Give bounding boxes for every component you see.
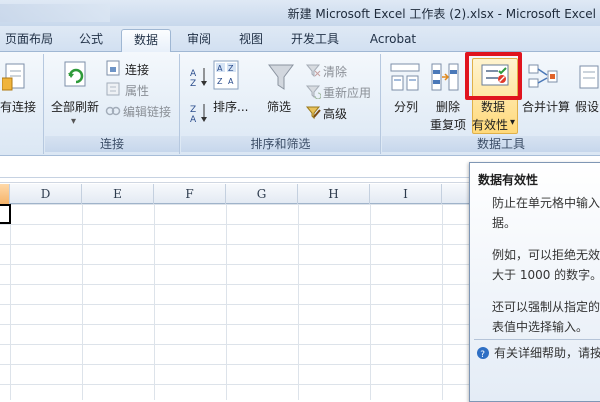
connections-group-label: 连接 xyxy=(45,136,179,152)
what-if-icon xyxy=(579,65,599,89)
edit-links-icon xyxy=(105,106,121,116)
column-headers: D E F G H I xyxy=(0,184,470,204)
active-cell[interactable] xyxy=(0,204,11,224)
svg-text:Z: Z xyxy=(190,79,196,88)
tab-acrobat[interactable]: Acrobat xyxy=(358,29,428,52)
get-external-data-group: 有连接 xyxy=(0,54,44,154)
svg-text:Z: Z xyxy=(228,64,234,73)
svg-text:?: ? xyxy=(480,350,485,360)
tab-data[interactable]: 数据 xyxy=(121,29,171,52)
properties-button[interactable]: 属性 xyxy=(125,82,149,99)
data-validation-dropdown-arrow[interactable]: ▾ xyxy=(510,117,515,128)
consolidate-icon xyxy=(528,64,558,88)
tooltip-title: 数据有效性 xyxy=(478,173,539,187)
tooltip-divider xyxy=(474,339,600,340)
tab-view[interactable]: 视图 xyxy=(230,29,272,52)
connections-group: 全部刷新 ▾ 连接 属性 编辑链接 连接 xyxy=(45,54,180,154)
refresh-all-button[interactable]: 全部刷新 xyxy=(51,98,99,115)
column-header-g[interactable]: G xyxy=(226,184,298,204)
connections-icon xyxy=(106,60,120,76)
sort-az-icon: A Z xyxy=(190,68,207,88)
data-validation-label-line1[interactable]: 数据 xyxy=(481,98,505,115)
svg-text:A: A xyxy=(190,115,197,124)
svg-text:Z: Z xyxy=(190,105,196,115)
reapply-icon xyxy=(305,85,321,99)
advanced-button[interactable]: 高级 xyxy=(323,105,347,122)
clear-button[interactable]: 清除 xyxy=(323,63,347,80)
column-header-i[interactable]: I xyxy=(370,184,442,204)
tab-developer[interactable]: 开发工具 xyxy=(282,29,348,52)
help-icon: ? xyxy=(477,347,489,360)
title-bar: 新建 Microsoft Excel 工作表 (2).xlsx - Micros… xyxy=(0,0,600,26)
worksheet-grid[interactable] xyxy=(0,204,470,400)
svg-text:Z: Z xyxy=(217,77,223,86)
remove-duplicates-button-line1[interactable]: 删除 xyxy=(436,98,460,115)
filter-button[interactable]: 筛选 xyxy=(267,98,291,115)
remove-duplicates-button-line2[interactable]: 重复项 xyxy=(430,116,466,133)
ribbon-tabs: 页面布局 公式 数据 审阅 视图 开发工具 Acrobat xyxy=(0,26,600,52)
data-validation-highlight xyxy=(465,52,522,100)
advanced-filter-icon xyxy=(305,106,321,120)
refresh-dropdown-arrow[interactable]: ▾ xyxy=(71,116,76,127)
tab-formulas[interactable]: 公式 xyxy=(70,29,112,52)
data-validation-label-line2[interactable]: 有效性 xyxy=(472,116,508,133)
tooltip-para1-line1: 防止在单元格中输入无 xyxy=(492,196,600,210)
tooltip-para3-line1: 还可以强制从指定的下 xyxy=(492,300,600,314)
tooltip-para3-line2: 表值中选择输入。 xyxy=(492,320,589,334)
text-to-columns-button[interactable]: 分列 xyxy=(394,98,418,115)
sort-za-icon: Z A xyxy=(190,104,207,124)
tooltip-help-text: 有关详细帮助，请按 xyxy=(494,346,600,360)
formula-bar-divider xyxy=(0,177,470,178)
quick-access-toolbar[interactable] xyxy=(0,4,110,22)
filter-icon xyxy=(268,64,294,90)
connections-button[interactable]: 连接 xyxy=(125,61,149,78)
tab-review[interactable]: 审阅 xyxy=(178,29,220,52)
edit-links-button[interactable]: 编辑链接 xyxy=(123,103,171,120)
column-header-e[interactable]: E xyxy=(82,184,154,204)
column-header-h[interactable]: H xyxy=(298,184,370,204)
column-header-f[interactable]: F xyxy=(154,184,226,204)
what-if-analysis-button[interactable]: 假设 xyxy=(575,98,599,115)
tooltip-para1-line2: 据。 xyxy=(492,216,517,230)
sort-filter-group-label: 排序和筛选 xyxy=(181,136,380,152)
svg-text:A: A xyxy=(190,69,197,79)
sort-filter-group: A Z A Z Z A Z A 排序... 筛选 清除 重新应用 高级 排序和筛… xyxy=(181,54,381,154)
svg-text:A: A xyxy=(228,77,234,86)
column-header-d[interactable]: D xyxy=(10,184,82,204)
refresh-all-icon xyxy=(64,61,86,87)
existing-connections-icon xyxy=(2,63,25,91)
svg-text:A: A xyxy=(217,64,223,73)
reapply-button[interactable]: 重新应用 xyxy=(323,84,371,101)
tab-page-layout[interactable]: 页面布局 xyxy=(0,29,58,52)
window-title: 新建 Microsoft Excel 工作表 (2).xlsx - Micros… xyxy=(287,7,596,21)
existing-connections-button[interactable]: 有连接 xyxy=(0,98,36,115)
data-tools-group-label: 数据工具 xyxy=(382,136,600,152)
consolidate-button[interactable]: 合并计算 xyxy=(522,98,570,115)
remove-duplicates-icon xyxy=(431,63,459,91)
tooltip-para2-line2: 大于 1000 的数字。 xyxy=(492,268,600,282)
properties-icon xyxy=(106,82,120,96)
sort-icon: A Z Z A xyxy=(213,60,239,90)
clear-filter-icon xyxy=(305,64,321,78)
sort-button[interactable]: 排序... xyxy=(213,98,248,115)
column-header-c[interactable] xyxy=(0,184,10,204)
text-to-columns-icon xyxy=(390,63,420,91)
data-validation-tooltip: 数据有效性 防止在单元格中输入无 据。 例如，可以拒绝无效日 大于 1000 的… xyxy=(469,162,600,402)
tooltip-para2-line1: 例如，可以拒绝无效日 xyxy=(492,248,600,262)
